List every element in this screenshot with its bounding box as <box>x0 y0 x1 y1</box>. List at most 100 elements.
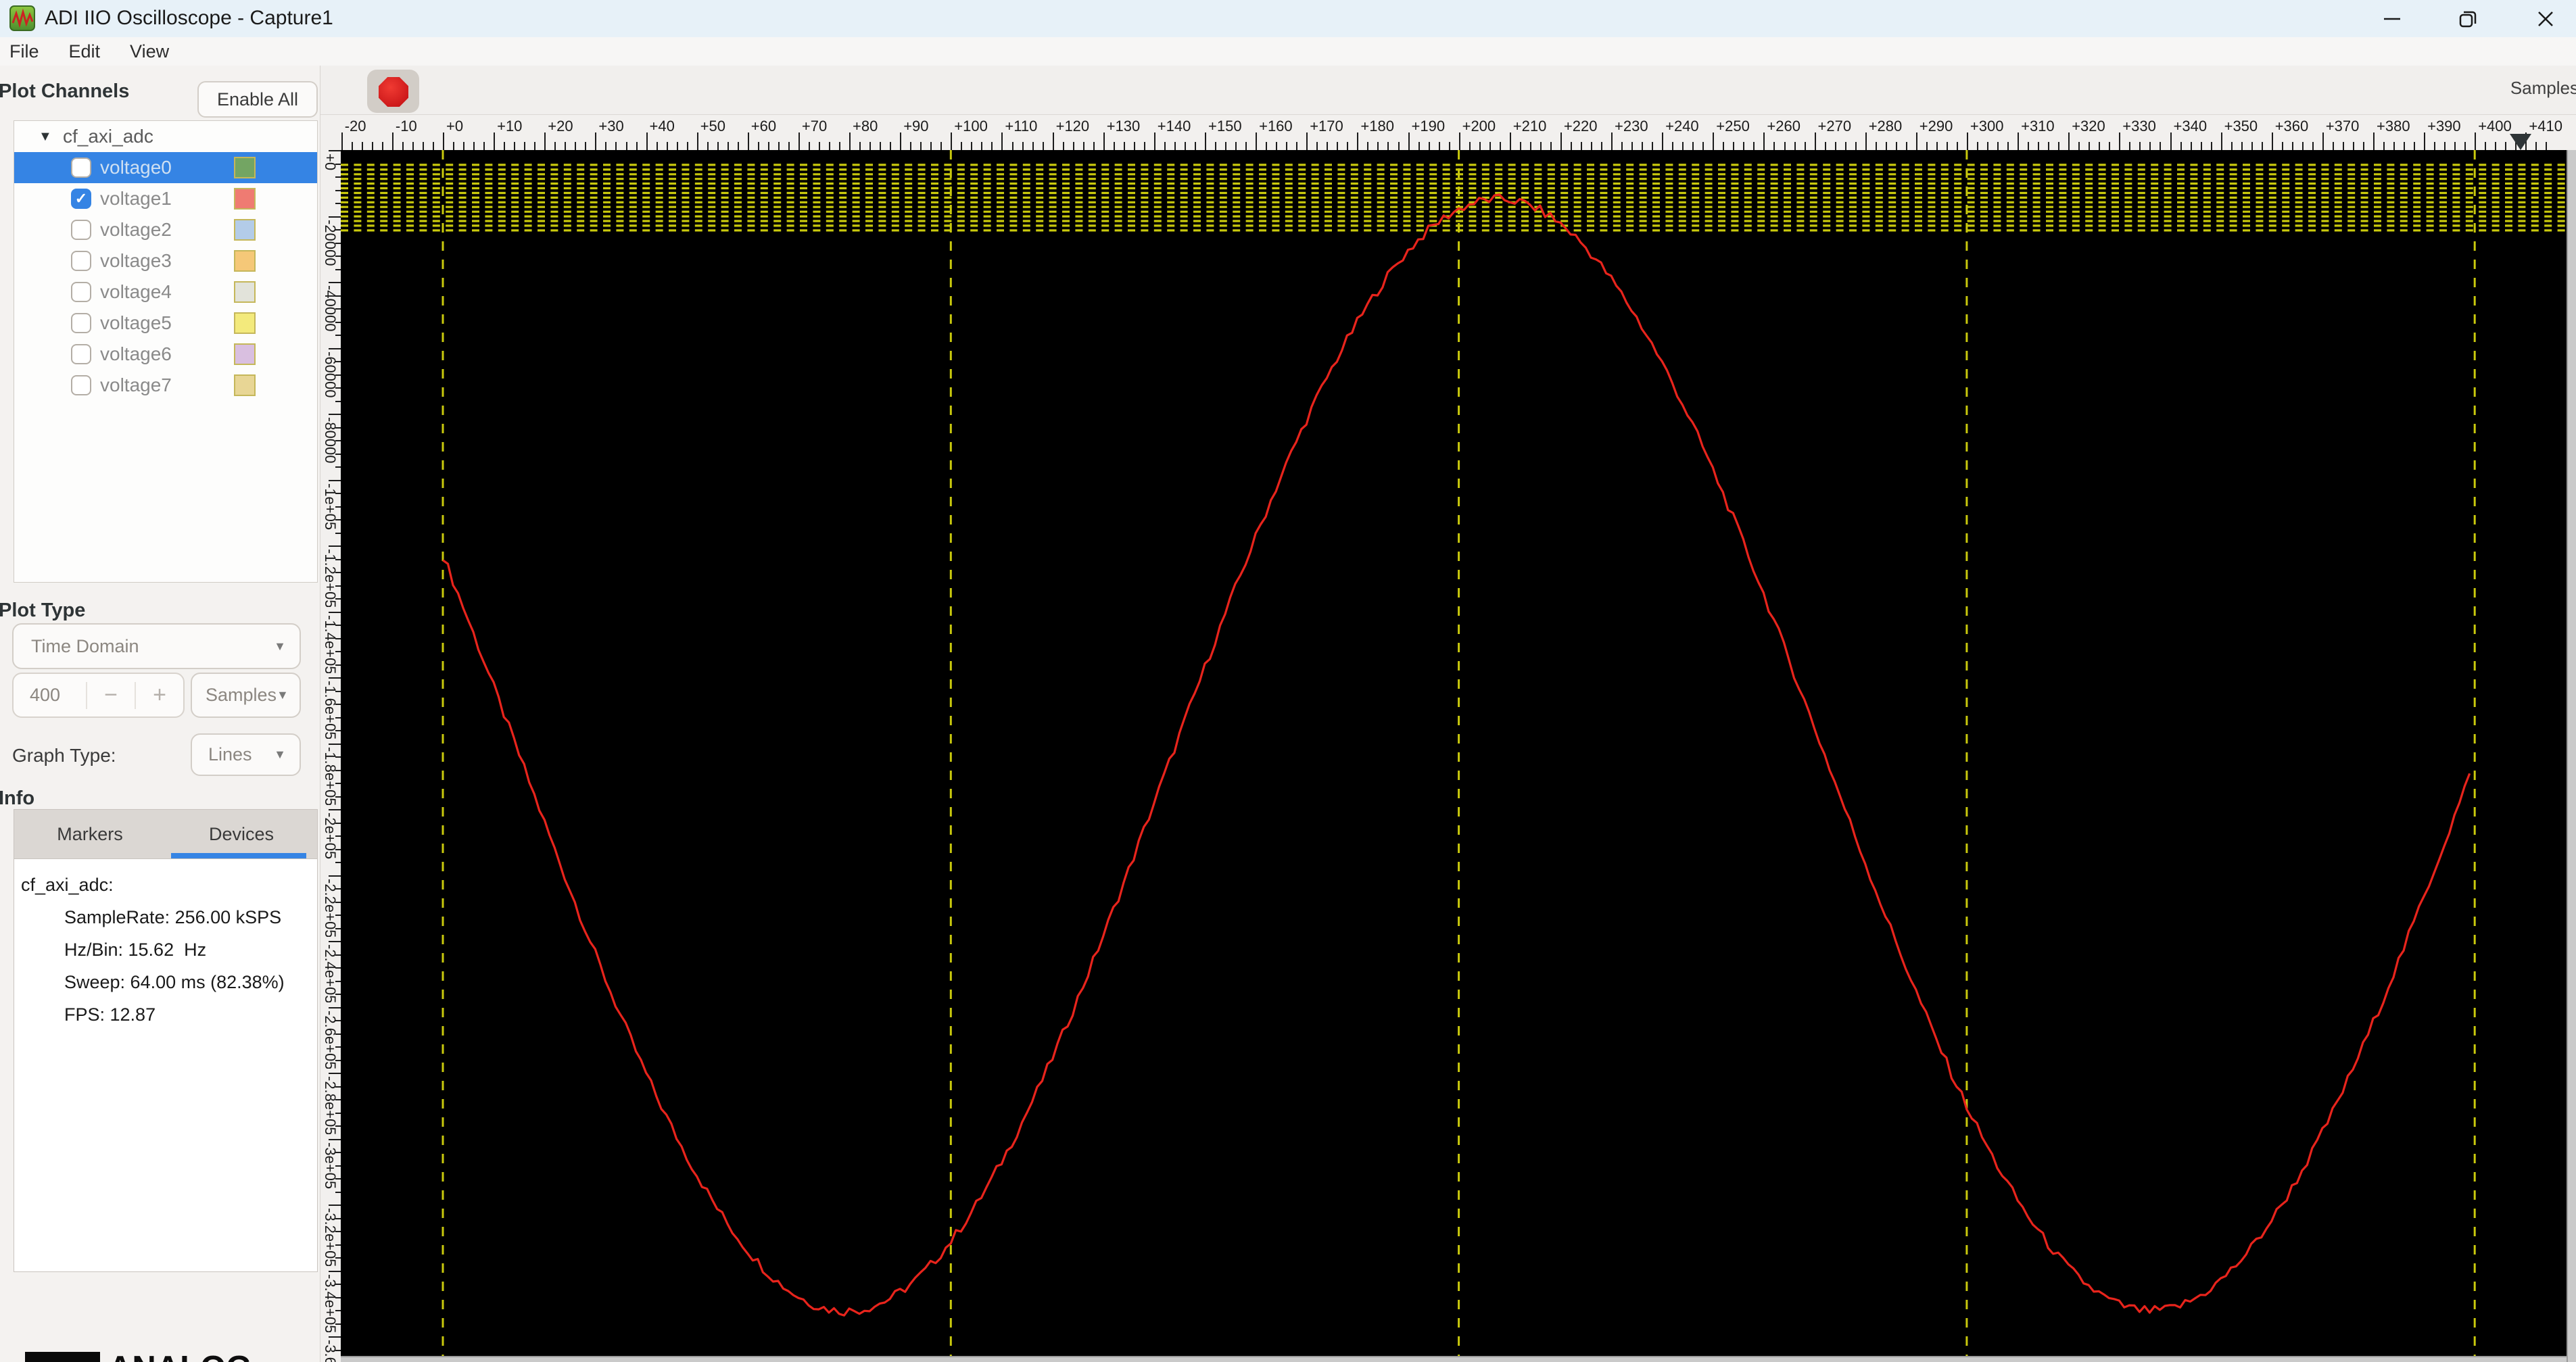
y-tick <box>335 1244 341 1246</box>
y-tick <box>335 1112 341 1114</box>
channel-checkbox-voltage7[interactable] <box>71 375 91 395</box>
x-tick <box>391 132 393 150</box>
device-name: cf_axi_adc: <box>21 875 114 895</box>
sample-count-decrement[interactable]: − <box>87 682 135 708</box>
x-tick-label: +310 <box>2021 118 2055 135</box>
sample-count-value[interactable]: 400 <box>14 685 86 706</box>
channel-row-voltage4[interactable]: voltage4 <box>14 276 317 308</box>
y-tick <box>335 980 341 982</box>
menu-view[interactable]: View <box>115 41 184 62</box>
window-title: ADI IIO Oscilloscope - Capture1 <box>45 7 333 29</box>
channel-row-voltage1[interactable]: ✓ voltage1 <box>14 183 317 214</box>
capture-record-button[interactable] <box>367 70 419 113</box>
waveform-plot[interactable] <box>341 150 2567 1362</box>
menu-edit[interactable]: Edit <box>54 41 116 62</box>
graph-type-dropdown[interactable]: Lines ▼ <box>191 733 301 776</box>
x-tick <box>2352 142 2354 150</box>
x-tick-label: +320 <box>2072 118 2105 135</box>
y-tick <box>329 611 341 613</box>
x-tick <box>2119 132 2121 150</box>
x-tick <box>1174 142 1176 150</box>
x-tick-label: +70 <box>801 118 828 135</box>
channel-checkbox-voltage5[interactable] <box>71 313 91 333</box>
x-tick <box>1398 142 1400 150</box>
channel-checkbox-voltage4[interactable] <box>71 282 91 302</box>
channel-row-voltage3[interactable]: voltage3 <box>14 245 317 276</box>
sample-count-increment[interactable]: + <box>136 682 183 708</box>
x-tick-label: +350 <box>2224 118 2258 135</box>
plot-right-scrollbar[interactable] <box>2567 150 2576 1362</box>
channel-row-voltage7[interactable]: voltage7 <box>14 370 317 401</box>
x-tick <box>544 132 546 150</box>
x-tick <box>473 142 475 150</box>
sample-unit-value: Samples <box>206 685 277 705</box>
channel-color-swatch[interactable] <box>234 219 256 241</box>
tab-devices[interactable]: Devices <box>166 810 317 858</box>
x-tick <box>2129 142 2131 150</box>
channel-row-voltage2[interactable]: voltage2 <box>14 214 317 245</box>
tab-markers[interactable]: Markers <box>14 810 166 858</box>
x-tick <box>1022 142 1024 150</box>
channel-row-voltage5[interactable]: voltage5 <box>14 308 317 339</box>
x-tick <box>2535 142 2537 150</box>
x-tick <box>534 142 536 150</box>
channel-checkbox-voltage2[interactable] <box>71 220 91 240</box>
y-tick <box>335 783 341 784</box>
x-tick <box>971 142 973 150</box>
x-tick <box>1702 142 1704 150</box>
x-tick <box>402 142 404 150</box>
x-tick <box>1885 142 1887 150</box>
plot-domain-dropdown[interactable]: Time Domain ▼ <box>12 623 301 669</box>
channel-checkbox-voltage1[interactable]: ✓ <box>71 189 91 209</box>
y-tick <box>335 1310 341 1311</box>
y-tick <box>335 862 341 863</box>
x-tick <box>2109 142 2111 150</box>
y-tick <box>329 1205 341 1206</box>
channel-color-swatch[interactable] <box>234 188 256 210</box>
x-tick-label: +90 <box>903 118 929 135</box>
sample-count-spinbox[interactable]: 400 − + <box>12 673 185 718</box>
x-tick <box>2454 142 2456 150</box>
channel-row-voltage6[interactable]: voltage6 <box>14 339 317 370</box>
channel-color-swatch[interactable] <box>234 281 256 303</box>
y-tick <box>335 1033 341 1035</box>
restore-button[interactable] <box>2437 0 2498 37</box>
channel-row-voltage0[interactable]: voltage0 <box>14 152 317 183</box>
x-tick <box>2251 142 2253 150</box>
sample-unit-dropdown[interactable]: Samples ▼ <box>191 673 301 718</box>
channel-color-swatch[interactable] <box>234 312 256 334</box>
channel-color-swatch[interactable] <box>234 374 256 396</box>
channel-checkbox-voltage6[interactable] <box>71 344 91 364</box>
enable-all-button[interactable]: Enable All <box>197 81 318 118</box>
x-tick <box>595 132 597 150</box>
x-tick <box>2018 132 2020 150</box>
x-tick-label: +210 <box>1512 118 1547 135</box>
y-tick <box>329 809 341 810</box>
channel-color-swatch[interactable] <box>234 250 256 272</box>
channel-checkbox-voltage3[interactable] <box>71 251 91 271</box>
x-tick <box>880 142 882 150</box>
channel-color-swatch[interactable] <box>234 343 256 365</box>
close-button[interactable] <box>2515 0 2576 37</box>
expander-triangle-icon[interactable]: ▼ <box>39 129 52 145</box>
x-tick <box>1011 142 1013 150</box>
x-tick <box>2414 142 2416 150</box>
menu-file[interactable]: File <box>0 41 54 62</box>
x-tick <box>1205 132 1206 150</box>
x-tick <box>2068 132 2070 150</box>
x-tick-label: +280 <box>1868 118 1903 135</box>
x-tick <box>747 132 749 150</box>
y-ruler[interactable]: +0 -20000 -40000 -60000 -80000 -1e+05 -1.2e+05… <box>320 150 341 1362</box>
x-tick <box>1235 142 1237 150</box>
x-tick-label: +400 <box>2478 118 2512 135</box>
x-tick <box>351 142 353 150</box>
device-group-row[interactable]: ▼ cf_axi_adc <box>14 121 317 152</box>
x-tick <box>605 142 607 150</box>
plot-bottom-scrollbar[interactable] <box>341 1356 2567 1362</box>
channel-color-swatch[interactable] <box>234 157 256 178</box>
y-tick <box>335 361 341 362</box>
minimize-button[interactable] <box>2362 0 2423 37</box>
channel-checkbox-voltage0[interactable] <box>71 157 91 178</box>
x-tick <box>1306 132 1308 150</box>
x-ruler[interactable]: -20 -10 +0 +10 +20 +30 +40 +50 +60 +70 +80 +90 +100 +… <box>320 115 2576 150</box>
